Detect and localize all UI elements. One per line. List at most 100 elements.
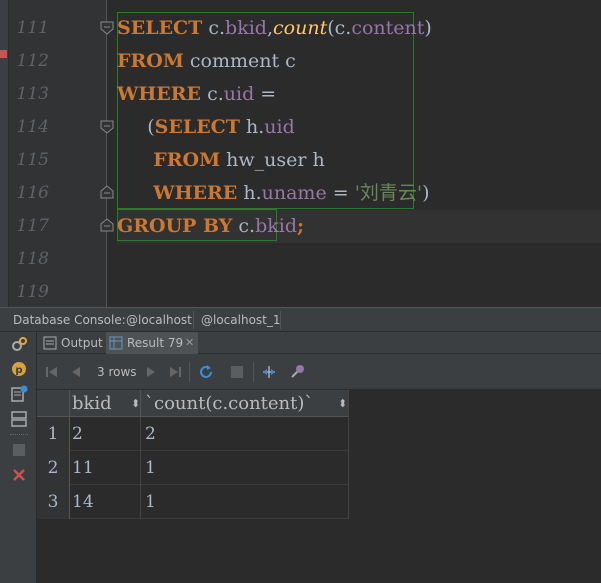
fold-start-icon[interactable]	[99, 20, 115, 36]
error-marker	[0, 50, 7, 58]
code-token: (c	[327, 17, 346, 39]
left-tool-strip	[0, 0, 9, 307]
code-token: count	[273, 17, 328, 39]
code-token: '刘青云'	[354, 182, 423, 204]
tab-close-icon[interactable]: ✕	[185, 332, 194, 354]
code-token: c	[232, 215, 250, 237]
code-token: comment c	[183, 50, 296, 72]
code-token: (	[117, 116, 155, 138]
code-area[interactable]: SELECT c.bkid,count(c.content) FROM comme…	[117, 0, 601, 307]
table-row[interactable]: 1 2 2	[37, 417, 348, 451]
code-token: )	[424, 17, 432, 39]
table-row[interactable]: 3 14 1	[37, 485, 348, 519]
code-line[interactable]: SELECT c.bkid,count(c.content)	[117, 12, 432, 45]
tab-output-label: Output	[61, 336, 103, 350]
code-token: content	[351, 17, 425, 39]
last-page-icon[interactable]	[166, 363, 184, 381]
cell-count[interactable]: 1	[145, 451, 156, 485]
code-token: SELECT	[117, 17, 203, 39]
output-icon	[43, 336, 57, 350]
stop-icon[interactable]	[228, 363, 246, 381]
cell-count[interactable]: 1	[145, 485, 156, 519]
result-tabs: Output Result 79 ✕	[37, 332, 601, 354]
grid-header: bkid ⬍ `count(c.content)` ⬍	[37, 390, 348, 417]
cell-bkid[interactable]: 2	[72, 417, 83, 451]
code-line[interactable]: WHERE h.uname = '刘青云')	[117, 177, 430, 210]
code-token: =	[326, 182, 355, 204]
layout-icon[interactable]	[10, 410, 28, 428]
line-number: 118	[16, 249, 49, 269]
code-token: uid	[223, 83, 255, 105]
console-tab-localhost[interactable]: @localhost	[126, 313, 192, 327]
console-title: Database Console:	[13, 313, 126, 327]
add-console-icon[interactable]	[10, 385, 28, 403]
settings-icon[interactable]	[288, 363, 306, 381]
code-token: SELECT	[154, 116, 240, 138]
line-number: 113	[16, 84, 49, 104]
line-number: 115	[16, 150, 49, 170]
code-token: uid	[264, 116, 295, 138]
code-token: h	[239, 116, 259, 138]
cell-bkid[interactable]: 11	[72, 451, 94, 485]
table-icon	[109, 336, 123, 350]
first-page-icon[interactable]	[43, 363, 61, 381]
result-toolbar: 3 rows	[37, 354, 601, 390]
code-line[interactable]: GROUP BY c.bkid;	[117, 210, 304, 243]
code-token: uname	[261, 182, 327, 204]
code-token: bkid	[255, 215, 297, 237]
line-gutter: 111 112 113 114 115 116 117 118 119	[9, 0, 114, 307]
prev-page-icon[interactable]	[67, 363, 85, 381]
code-token: GROUP BY	[117, 215, 233, 237]
code-line[interactable]: FROM comment c	[117, 45, 296, 78]
code-token: WHERE	[153, 182, 238, 204]
code-token: h	[237, 182, 256, 204]
settings-icon[interactable]	[10, 336, 28, 354]
code-token: FROM	[153, 149, 221, 171]
line-number: 116	[16, 183, 49, 203]
code-token: =	[254, 83, 277, 105]
rows-count: 3 rows	[97, 365, 137, 379]
code-token: c	[201, 83, 218, 105]
code-line[interactable]: (SELECT h.uid	[117, 111, 295, 144]
code-token: hw_user h	[220, 149, 325, 171]
column-header-count[interactable]: `count(c.content)`	[145, 390, 313, 417]
sort-icon[interactable]: ⬍	[338, 390, 347, 417]
table-row[interactable]: 2 11 1	[37, 451, 348, 485]
line-number: 117	[16, 216, 49, 236]
row-number: 1	[37, 417, 70, 451]
line-number: 111	[16, 18, 49, 38]
code-line[interactable]: FROM hw_user h	[117, 144, 325, 177]
row-number: 2	[37, 451, 70, 485]
cell-bkid[interactable]: 14	[72, 485, 94, 519]
stop-icon[interactable]	[10, 441, 28, 459]
row-number: 3	[37, 485, 70, 519]
cell-count[interactable]: 2	[145, 417, 156, 451]
database-console-bar: Database Console: @localhost @localhost_…	[0, 307, 601, 332]
line-number: 112	[16, 51, 49, 71]
tab-result-label: Result 79	[127, 336, 184, 350]
code-token: bkid	[225, 17, 267, 39]
code-token: WHERE	[117, 83, 202, 105]
result-grid[interactable]: bkid ⬍ `count(c.content)` ⬍ 1 2 2 2 11 1…	[37, 390, 601, 583]
refresh-icon[interactable]	[197, 363, 215, 381]
code-line[interactable]: WHERE c.uid =	[117, 78, 276, 111]
code-token: c	[202, 17, 219, 39]
column-header-bkid[interactable]: bkid	[72, 390, 112, 417]
code-token: ;	[296, 215, 304, 237]
fold-end-icon[interactable]	[99, 184, 115, 200]
sort-icon[interactable]: ⬍	[131, 390, 140, 417]
code-token: )	[422, 182, 430, 204]
fold-start-icon[interactable]	[99, 119, 115, 135]
close-icon[interactable]	[10, 466, 28, 484]
console-tab-localhost-1[interactable]: @localhost_1	[201, 313, 281, 327]
p-badge-icon[interactable]: p	[10, 360, 28, 378]
next-page-icon[interactable]	[142, 363, 160, 381]
code-token: FROM	[117, 50, 184, 72]
tab-output[interactable]: Output	[42, 332, 106, 354]
fold-end-icon[interactable]	[99, 217, 115, 233]
pin-icon[interactable]	[260, 363, 278, 381]
sql-editor[interactable]: 111 112 113 114 115 116 117 118 119 SELE…	[9, 0, 601, 307]
tab-result[interactable]: Result 79 ✕	[106, 332, 198, 354]
